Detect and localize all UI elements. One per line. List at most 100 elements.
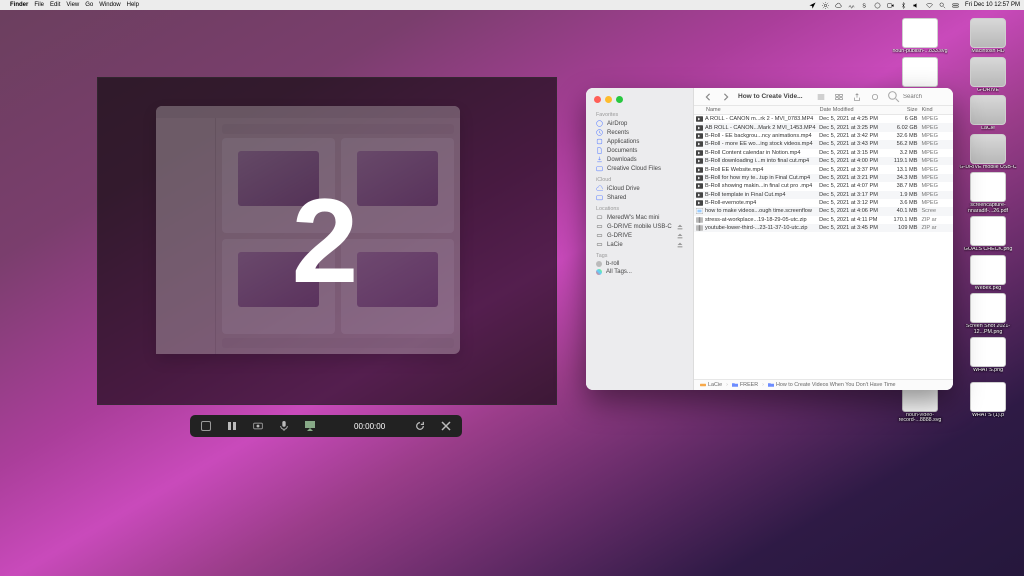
sidebar-item-shared[interactable]: Shared <box>586 193 693 202</box>
desktop-drive[interactable]: G-DRIVE <box>958 57 1018 94</box>
close-button[interactable] <box>438 418 454 434</box>
path-crumb[interactable]: LaCie <box>700 382 722 388</box>
sidebar-item-icloud-drive[interactable]: iCloud Drive <box>586 184 693 193</box>
sidebar-item-all-tags[interactable]: All Tags... <box>586 268 693 276</box>
desktop-drive[interactable]: Macintosh HD <box>958 18 1018 55</box>
desktop-drive[interactable]: LaCie <box>958 95 1018 132</box>
search-input[interactable] <box>903 94 945 100</box>
table-row[interactable]: youtube-lower-third-...23-11-37-10-utc.z… <box>694 224 953 232</box>
search-icon[interactable] <box>939 2 946 9</box>
record-time: 00:00:00 <box>354 422 385 431</box>
eject-icon[interactable] <box>677 242 683 248</box>
sidebar-item-recents[interactable]: Recents <box>586 128 693 137</box>
desktop-drive[interactable]: G-DRIVE mobile USB-C <box>958 134 1018 171</box>
share-button[interactable] <box>851 91 863 103</box>
tag-button[interactable] <box>869 91 881 103</box>
file-name: B-Roll-evernote.mp4 <box>705 200 819 206</box>
zoom-window-icon[interactable] <box>616 96 623 103</box>
window-controls[interactable] <box>586 94 693 109</box>
table-row[interactable]: B-Roll - more EE wo...ing stock videos.m… <box>694 140 953 148</box>
signature-icon[interactable] <box>848 2 855 9</box>
gear-icon[interactable] <box>822 2 829 9</box>
path-crumb[interactable]: How to Create Videos When You Don't Have… <box>768 382 896 388</box>
group-button[interactable] <box>833 91 845 103</box>
desktop-file[interactable]: Screen Shot 2021-12...PM.png <box>958 293 1018 335</box>
sidebar-item-lacie[interactable]: LaCie <box>586 240 693 249</box>
col-header-size[interactable]: Size <box>886 107 917 113</box>
eject-icon[interactable] <box>677 233 683 239</box>
wifi-icon[interactable] <box>926 2 933 9</box>
volume-icon[interactable] <box>913 2 920 9</box>
finder-path-bar[interactable]: LaCie › FREER › How to Create Videos Whe… <box>694 379 953 390</box>
sidebar-item-tag-broll[interactable]: b-roll <box>586 260 693 268</box>
screen-record-controls[interactable]: 00:00:00 <box>190 415 462 437</box>
table-row[interactable]: AB ROLL - CANON...Mark 2 MVI_1453.MP4Dec… <box>694 123 953 131</box>
col-header-date[interactable]: Date Modified <box>820 107 887 113</box>
clock[interactable]: Fri Dec 10 12:57 PM <box>965 2 1020 8</box>
table-row[interactable]: B-Roll - EE backgrou...ncy animations.mp… <box>694 132 953 140</box>
menubar[interactable]: Finder File Edit View Go Window Help S F… <box>0 0 1024 10</box>
menu-edit[interactable]: Edit <box>50 2 60 8</box>
table-row[interactable]: stress-at-workplace...19-18-29-05-utc.zi… <box>694 216 953 224</box>
s-icon[interactable]: S <box>861 2 868 9</box>
location-icon[interactable] <box>809 2 816 9</box>
table-row[interactable]: A ROLL - CANON m...rk 2 - MVI_0783.MP4De… <box>694 115 953 123</box>
forward-button[interactable] <box>720 91 732 103</box>
sidebar-item-downloads[interactable]: Downloads <box>586 155 693 164</box>
marker-icon[interactable] <box>302 418 318 434</box>
finder-file-list[interactable]: A ROLL - CANON m...rk 2 - MVI_0783.MP4De… <box>694 115 953 379</box>
cloud-icon[interactable] <box>835 2 842 9</box>
col-header-kind[interactable]: Kind <box>918 107 949 113</box>
back-button[interactable] <box>702 91 714 103</box>
sidebar-item-gdrive[interactable]: G-DRIVE <box>586 231 693 240</box>
restart-button[interactable] <box>412 418 428 434</box>
table-row[interactable]: B-Roll template in Final Cut.mp4Dec 5, 2… <box>694 191 953 199</box>
view-mode-button[interactable] <box>815 91 827 103</box>
minimize-window-icon[interactable] <box>605 96 612 103</box>
table-row[interactable]: B-Roll downloading i...m into final cut.… <box>694 157 953 165</box>
finder-window[interactable]: Favorites AirDrop Recents Applications D… <box>586 88 953 390</box>
desktop-file[interactable]: Webex.pkg <box>958 255 1018 292</box>
sidebar-item-mac[interactable]: MeredW's Mac mini <box>586 213 693 222</box>
cc-icon[interactable] <box>874 2 881 9</box>
mic-icon[interactable] <box>276 418 292 434</box>
menu-go[interactable]: Go <box>85 2 93 8</box>
table-row[interactable]: B-Roll Content calendar in Notion.mp4Dec… <box>694 149 953 157</box>
desktop-file[interactable]: WHAT'S.png <box>958 337 1018 379</box>
sidebar-item-applications[interactable]: Applications <box>586 137 693 146</box>
sidebar-item-creative-cloud[interactable]: Creative Cloud Files <box>586 164 693 173</box>
menu-file[interactable]: File <box>34 2 44 8</box>
table-row[interactable]: B-Roll EE Website.mp4Dec 5, 2021 at 3:37… <box>694 165 953 173</box>
desktop-file[interactable]: noun-publish-...833.svg <box>890 18 950 55</box>
bluetooth-icon[interactable] <box>900 2 907 9</box>
pause-button[interactable] <box>224 418 240 434</box>
col-header-name[interactable]: Name <box>696 107 820 113</box>
finder-search[interactable] <box>887 90 945 103</box>
table-row[interactable]: how to make videos...ough time.screenflo… <box>694 207 953 215</box>
sidebar-item-airdrop[interactable]: AirDrop <box>586 119 693 128</box>
desktop-file[interactable]: screencapture-nnaradif-...26.pdf <box>958 172 1018 214</box>
desktop-file[interactable]: WHAT'S (1).p <box>958 382 1018 424</box>
camera-icon[interactable] <box>887 2 894 9</box>
file-kind: ZIP ar <box>917 217 949 223</box>
screen-record-selection[interactable]: 2 <box>97 77 557 405</box>
close-window-icon[interactable] <box>594 96 601 103</box>
app-menu[interactable]: Finder <box>10 2 28 8</box>
menu-window[interactable]: Window <box>99 2 120 8</box>
eject-icon[interactable] <box>677 224 683 230</box>
table-row[interactable]: B-Roll-evernote.mp4Dec 5, 2021 at 3:12 P… <box>694 199 953 207</box>
sidebar-item-gdrive-mobile[interactable]: G-DRIVE mobile USB-C <box>586 222 693 231</box>
desktop-file[interactable]: GOALS CHECK.png <box>958 216 1018 253</box>
stop-button[interactable] <box>198 418 214 434</box>
menu-view[interactable]: View <box>66 2 79 8</box>
table-row[interactable]: B-Roll showing makin...in final cut pro … <box>694 182 953 190</box>
table-row[interactable]: B-Roll for how my te...tup in Final Cut.… <box>694 174 953 182</box>
menu-help[interactable]: Help <box>127 2 139 8</box>
control-center-icon[interactable] <box>952 2 959 9</box>
path-crumb[interactable]: FREER <box>732 382 758 388</box>
file-date: Dec 5, 2021 at 3:43 PM <box>819 141 886 147</box>
webcam-icon[interactable] <box>250 418 266 434</box>
file-kind: MPEG <box>917 125 949 131</box>
sidebar-item-documents[interactable]: Documents <box>586 146 693 155</box>
finder-column-headers[interactable]: Name Date Modified Size Kind <box>694 106 953 115</box>
